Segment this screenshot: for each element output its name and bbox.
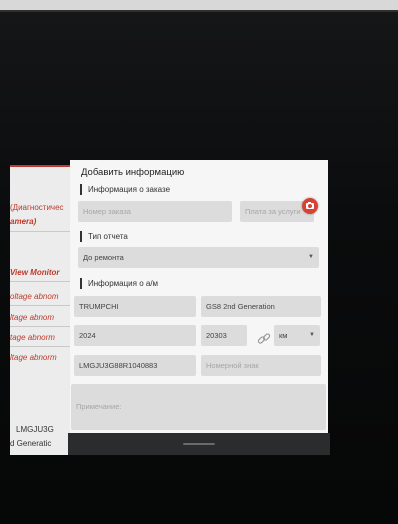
link-icon[interactable] [257, 332, 271, 346]
diagnostic-list-panel: (Диагностичес amera) View Monitor oltage… [10, 165, 70, 455]
list-item[interactable]: tage abnorm [10, 333, 70, 342]
notes-textarea[interactable]: Примечание: [71, 384, 326, 430]
bottom-action-bar [68, 433, 330, 455]
model-input[interactable]: GS8 2nd Generation [201, 296, 321, 317]
vehicle-info-section-label: Информация о а/м [80, 278, 158, 289]
camera-button[interactable] [302, 198, 318, 214]
add-info-dialog: Добавить информацию Информация о заказе … [70, 160, 328, 455]
list-item[interactable]: ltage abnom [10, 313, 70, 322]
list-item[interactable]: View Monitor [10, 268, 70, 277]
chevron-down-icon: ▼ [309, 332, 315, 338]
report-type-value: До ремонта [83, 253, 124, 262]
divider [10, 305, 70, 306]
drag-handle[interactable] [183, 443, 215, 445]
license-plate-input[interactable]: Номерной знак [201, 355, 321, 376]
chevron-down-icon: ▼ [308, 254, 314, 260]
dialog-title: Добавить информацию [81, 167, 185, 178]
unit-value: км [279, 331, 288, 340]
divider [10, 281, 70, 282]
list-item[interactable]: oltage abnom [10, 292, 70, 301]
unit-select[interactable]: км ▼ [274, 325, 320, 346]
mileage-input[interactable]: 20303 [201, 325, 247, 346]
year-input[interactable]: 2024 [74, 325, 196, 346]
list-item: d Generatic [10, 439, 52, 448]
divider [10, 346, 70, 347]
divider [10, 326, 70, 327]
list-item[interactable]: amera) [10, 217, 70, 226]
list-item[interactable]: (Диагностичес [10, 203, 70, 212]
divider [10, 231, 70, 232]
report-type-select[interactable]: До ремонта ▼ [78, 247, 319, 268]
list-item[interactable]: ltage abnorm [10, 353, 70, 362]
vin-input[interactable]: LMGJU3G88R1040883 [74, 355, 196, 376]
make-input[interactable]: TRUMPCHI [74, 296, 196, 317]
order-info-section-label: Информация о заказе [80, 184, 170, 195]
top-strip [0, 0, 398, 10]
report-type-section-label: Тип отчета [80, 231, 128, 242]
list-item: LMGJU3G [16, 425, 54, 434]
order-number-input[interactable]: Номер заказа [78, 201, 232, 222]
panel-top-accent [10, 165, 70, 167]
